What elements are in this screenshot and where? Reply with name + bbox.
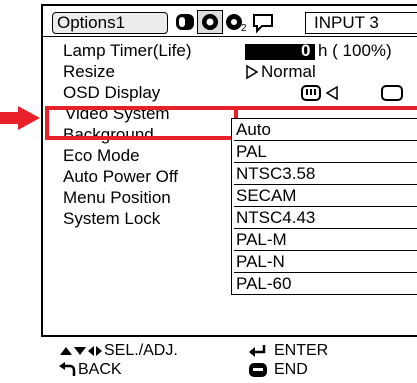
end-icon — [249, 363, 267, 377]
option-pal-n[interactable]: PAL-N — [234, 251, 417, 273]
menu-item-auto-power-off[interactable]: Auto Power Off — [63, 167, 178, 187]
picture-tab-icon[interactable] — [173, 10, 197, 34]
option-secam[interactable]: SECAM — [234, 185, 417, 207]
right-arrow-icon — [246, 64, 259, 80]
options2-tab-icon[interactable]: 2 — [224, 10, 250, 34]
enter-icon — [249, 345, 266, 357]
option-ntsc358[interactable]: NTSC3.58 — [234, 163, 417, 185]
option-pal[interactable]: PAL — [234, 141, 417, 163]
svg-text:2: 2 — [241, 23, 247, 34]
menu-item-system-lock[interactable]: System Lock — [63, 209, 160, 229]
left-arrow-icon — [325, 85, 338, 101]
tab-divider — [43, 36, 417, 37]
hint-back: BACK — [78, 361, 122, 378]
lamp-life-percent: h ( 100%) — [318, 41, 392, 60]
lamp-hours-value: 0 — [301, 41, 311, 60]
osd-on-icon — [301, 85, 321, 101]
hint-end: END — [274, 361, 308, 378]
menu-item-menu-position[interactable]: Menu Position — [63, 188, 171, 208]
osd-off-icon — [381, 85, 403, 101]
menu-item-resize[interactable]: Resize — [63, 62, 115, 82]
setup-tab-icon[interactable] — [197, 10, 223, 34]
menu-item-osd-display[interactable]: OSD Display — [63, 83, 160, 103]
input-indicator: INPUT 3 — [305, 12, 417, 34]
language-tab-icon[interactable] — [251, 10, 275, 34]
video-system-dropdown[interactable]: Auto PAL NTSC3.58 SECAM NTSC4.43 PAL-M P… — [231, 118, 417, 295]
menu-item-eco-mode[interactable]: Eco Mode — [63, 146, 140, 166]
option-pal-m[interactable]: PAL-M — [234, 229, 417, 251]
highlight-box — [45, 106, 238, 140]
option-pal-60[interactable]: PAL-60 — [234, 273, 417, 295]
option-ntsc443[interactable]: NTSC4.43 — [234, 207, 417, 229]
back-icon — [59, 362, 76, 376]
highlight-line — [234, 106, 417, 110]
menu-item-lamp-timer[interactable]: Lamp Timer(Life) — [63, 41, 191, 61]
hint-sel-adj: SEL./ADJ. — [104, 342, 178, 359]
pointer-arrow-icon — [0, 106, 40, 130]
tab-options1[interactable]: Options1 — [52, 12, 168, 34]
hint-enter: ENTER — [274, 342, 329, 359]
cursor-arrows-icon — [60, 346, 102, 356]
footer-divider — [43, 336, 417, 337]
resize-value: Normal — [261, 62, 316, 81]
tab-bar: Options1 2 INPUT 3 — [43, 6, 417, 37]
option-auto[interactable]: Auto — [234, 119, 417, 141]
